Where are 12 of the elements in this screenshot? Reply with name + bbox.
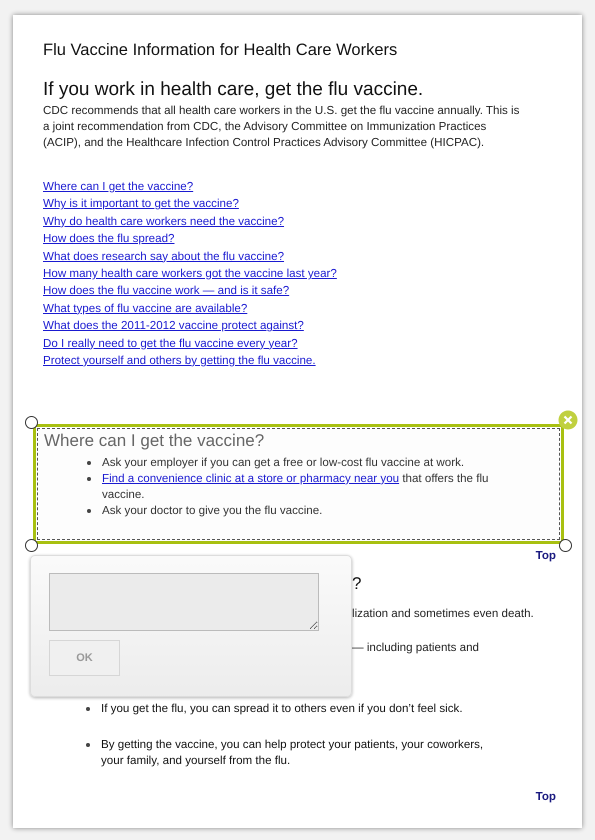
bullet-text: If you get the flu, you can spread it to others even if you don’t feel sick. (101, 700, 463, 717)
section-heading: Where can I get the vaccine? (44, 430, 266, 451)
intro-paragraph: CDC recommends that all health care workers in the U.S. get the flu vaccine annually. This is a joint recommendation from CDC, the Advisory Committee on Immunization Practices (ACIP), and the Healthcare Infection Control Practices Advisory Committee (HICPAC). (43, 103, 520, 151)
bullet-text: Find a convenience clinic at a store or pharmacy near you that offers the flu vaccine. (102, 470, 490, 503)
page-heading: If you work in health care, get the flu vaccine. (43, 79, 424, 101)
bullet-text: Ask your doctor to give you the flu vaccine. (102, 502, 322, 519)
bullet-text: Ask your employer if you can get a free or low-cost flu vaccine at work. (102, 454, 464, 471)
body-text: lization and sometimes even death. (352, 606, 535, 620)
page-title: Flu Vaccine Information for Health Care Workers (43, 41, 398, 60)
bullet-text: By getting the vaccine, you can help protect your patients, your coworkers, your family, and yourself from the flu. (101, 736, 484, 769)
body-text: — including patients and (352, 640, 480, 654)
section-heading: ? (352, 574, 362, 594)
